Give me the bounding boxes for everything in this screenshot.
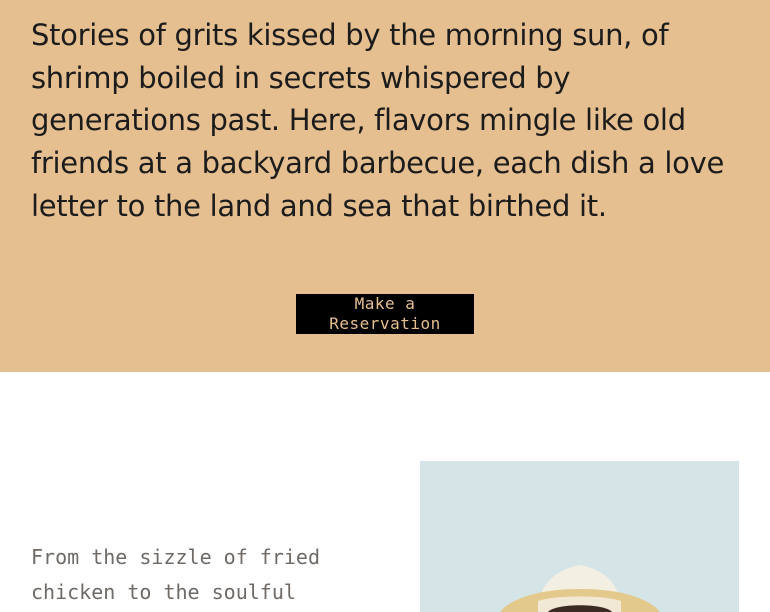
reservation-button-label-line2: Reservation (329, 314, 441, 333)
hero-section: Stories of grits kissed by the morning s… (0, 0, 770, 372)
chef-photo (420, 461, 739, 612)
reservation-button-label-line1: Make a (354, 294, 416, 313)
intro-text: From the sizzle of fried chicken to the … (31, 545, 320, 604)
person-in-straw-hat-icon (420, 461, 739, 612)
make-reservation-button[interactable]: Make a Reservation (296, 294, 474, 334)
hero-story-text: Stories of grits kissed by the morning s… (31, 18, 725, 223)
intro-section: From the sizzle of fried chicken to the … (0, 372, 770, 612)
